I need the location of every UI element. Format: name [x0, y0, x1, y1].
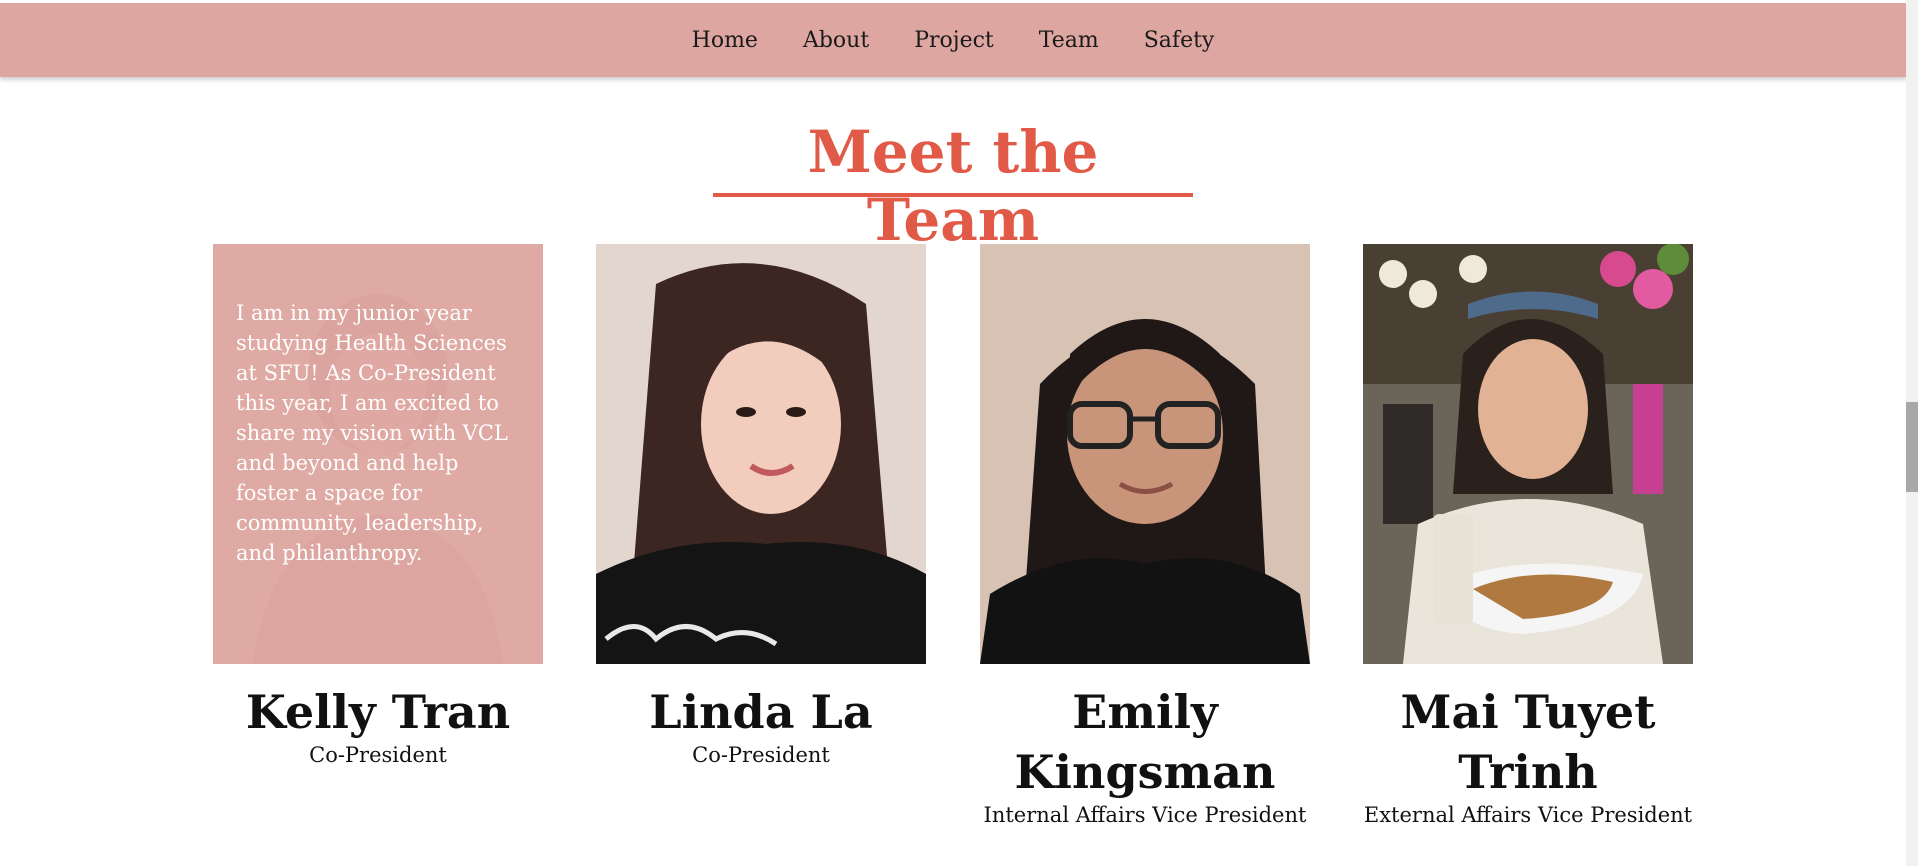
member-bio: I am in my junior year studying Health S…	[213, 244, 543, 664]
nav-link-team[interactable]: Team	[1039, 28, 1099, 53]
member-name: Emily Kingsman	[1014, 685, 1276, 799]
member-role: Co-President	[692, 743, 830, 767]
section-title: Meet the Team	[807, 118, 1099, 254]
nav-link-project[interactable]: Project	[914, 28, 994, 53]
member-photo[interactable]	[1363, 244, 1693, 664]
team-card-emily[interactable]: Emily Kingsman Internal Affairs Vice Pre…	[980, 244, 1310, 828]
member-role: Co-President	[309, 743, 447, 767]
member-photo-illustration	[1363, 244, 1693, 664]
member-role: External Affairs Vice President	[1363, 803, 1693, 827]
title-underline	[713, 193, 1193, 197]
team-card-mai[interactable]: Mai Tuyet Trinh External Affairs Vice Pr…	[1363, 244, 1693, 828]
nav-link-about[interactable]: About	[803, 28, 869, 53]
navbar: Home About Project Team Safety	[0, 3, 1906, 77]
nav-link-home[interactable]: Home	[692, 28, 758, 53]
member-name: Mai Tuyet Trinh	[1400, 685, 1656, 799]
member-photo-illustration	[980, 244, 1310, 664]
member-role: Internal Affairs Vice President	[983, 803, 1307, 827]
member-photo[interactable]	[596, 244, 926, 664]
member-photo-illustration	[596, 244, 926, 664]
team-card-linda[interactable]: Linda La Co-President	[596, 244, 926, 768]
nav-link-safety[interactable]: Safety	[1144, 28, 1215, 53]
member-photo[interactable]: I am in my junior year studying Health S…	[213, 244, 543, 664]
scrollbar-track[interactable]	[1906, 0, 1918, 866]
member-name: Linda La	[649, 685, 873, 739]
member-photo[interactable]	[980, 244, 1310, 664]
scrollbar-thumb[interactable]	[1906, 402, 1918, 492]
team-card-kelly[interactable]: I am in my junior year studying Health S…	[213, 244, 543, 768]
member-name: Kelly Tran	[245, 685, 511, 739]
